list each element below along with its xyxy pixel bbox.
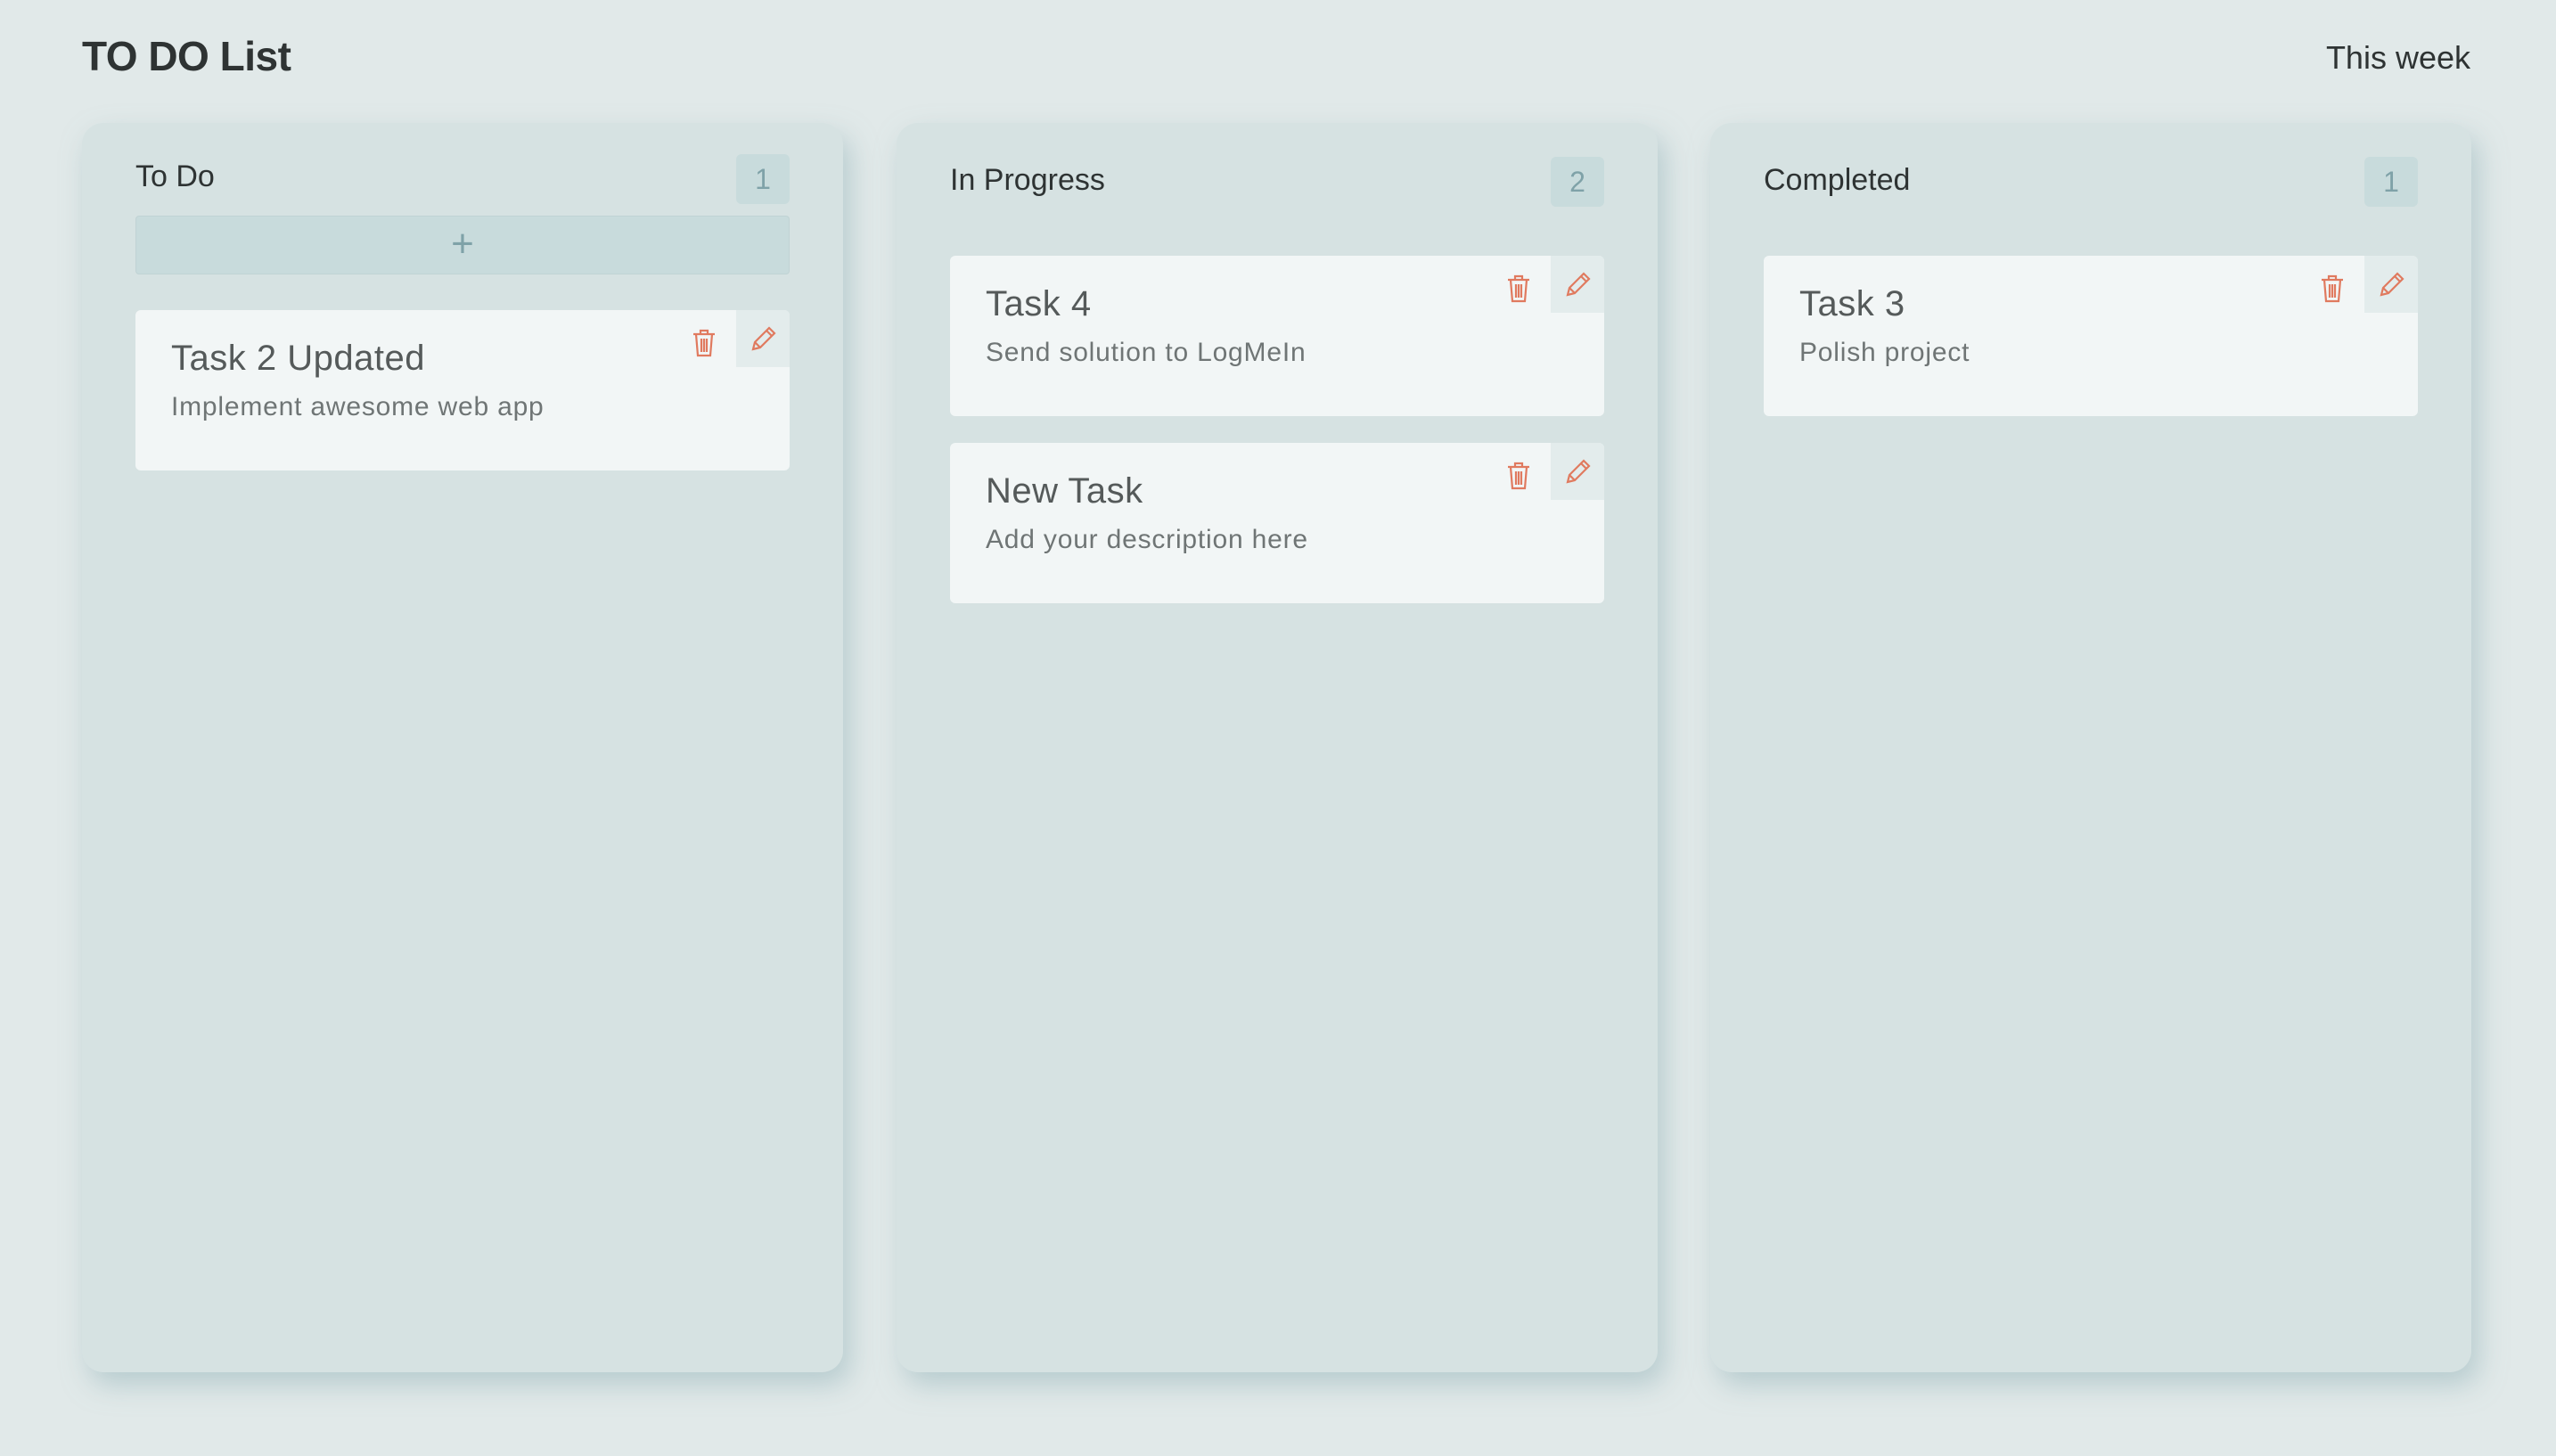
task-title: New Task [986, 471, 1143, 511]
task-description: Add your description here [986, 525, 1308, 554]
column-title: Completed [1764, 163, 1911, 197]
pencil-icon [751, 326, 776, 351]
trash-icon [2322, 274, 2343, 303]
task-title: Task 3 [1799, 284, 1905, 323]
trash-icon [1508, 462, 1529, 490]
page-title: TO DO List [82, 33, 291, 79]
column-title: In Progress [950, 163, 1105, 197]
count-badge: 1 [736, 154, 790, 204]
column-todo: To Do 1 + Task 2 Updated Implement aweso… [82, 123, 843, 1372]
delete-task-button[interactable] [1492, 261, 1545, 311]
count-badge: 1 [2364, 157, 2418, 207]
delete-task-button[interactable] [677, 315, 731, 365]
column-in-progress: In Progress 2 Task 4 Send solution to Lo… [897, 123, 1658, 1372]
add-task-button[interactable]: + [135, 216, 790, 274]
task-description: Polish project [1799, 338, 1970, 367]
edit-task-button[interactable] [1551, 443, 1604, 500]
pencil-icon [2380, 272, 2404, 297]
column-title: To Do [135, 160, 215, 193]
trash-icon [693, 329, 715, 357]
task-description: Send solution to LogMeIn [986, 338, 1307, 367]
edit-task-button[interactable] [2364, 256, 2418, 313]
task-card[interactable]: Task 4 Send solution to LogMeIn [950, 256, 1604, 416]
task-title: Task 2 Updated [171, 339, 425, 378]
pencil-icon [1566, 272, 1591, 297]
task-card[interactable]: New Task Add your description here [950, 443, 1604, 603]
task-title: Task 4 [986, 284, 1092, 323]
delete-task-button[interactable] [2306, 261, 2359, 311]
task-card[interactable]: Task 3 Polish project [1764, 256, 2418, 416]
count-badge: 2 [1551, 157, 1604, 207]
edit-task-button[interactable] [736, 310, 790, 367]
period-selector[interactable]: This week [2326, 39, 2470, 77]
trash-icon [1508, 274, 1529, 303]
task-card[interactable]: Task 2 Updated Implement awesome web app [135, 310, 790, 470]
task-description: Implement awesome web app [171, 392, 545, 421]
edit-task-button[interactable] [1551, 256, 1604, 313]
pencil-icon [1566, 459, 1591, 484]
delete-task-button[interactable] [1492, 448, 1545, 498]
column-completed: Completed 1 Task 3 Polish project [1710, 123, 2471, 1372]
todo-board-page: TO DO List This week To Do 1 + Task 2 Up… [0, 0, 2556, 1456]
